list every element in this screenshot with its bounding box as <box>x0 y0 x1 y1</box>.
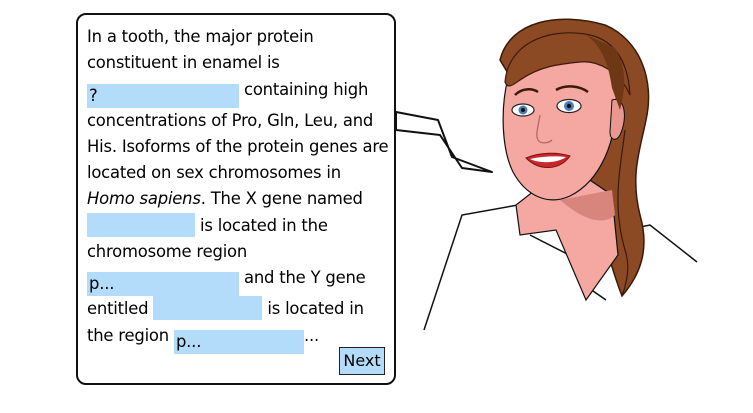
passage-text: ... <box>303 325 319 345</box>
passage-text: chromosome region <box>87 242 248 262</box>
passage-text: concentrations of Pro, Gln, Leu, and <box>87 110 374 130</box>
passage-text: containing high <box>244 79 369 99</box>
passage-text: and the Y gene <box>244 268 366 288</box>
passage-text: entitled <box>87 299 149 319</box>
passage-text: In a tooth, the major protein <box>87 27 314 46</box>
answer-blank-5[interactable]: p... <box>173 329 304 354</box>
passage-text: constituent in enamel is <box>87 53 280 73</box>
passage-text: the region <box>87 325 169 345</box>
passage-text: . The X gene named <box>200 189 363 209</box>
species-name: Homo sapiens <box>87 189 201 209</box>
passage-text: is located in <box>267 299 364 319</box>
answer-blank-2[interactable] <box>87 212 195 237</box>
answer-blank-3[interactable]: p... <box>87 272 239 297</box>
answer-blank-1[interactable]: ? <box>87 83 239 108</box>
passage-text: is located in the <box>200 215 328 235</box>
passage-text: His. Isoforms of the protein genes are <box>87 136 389 156</box>
next-button[interactable]: Next <box>339 347 385 375</box>
teacher-woman-icon <box>395 18 698 331</box>
question-passage: In a tooth, the major protein constituen… <box>87 24 392 354</box>
passage-text: located on sex chromosomes in <box>87 163 341 183</box>
answer-blank-4[interactable] <box>153 296 263 321</box>
